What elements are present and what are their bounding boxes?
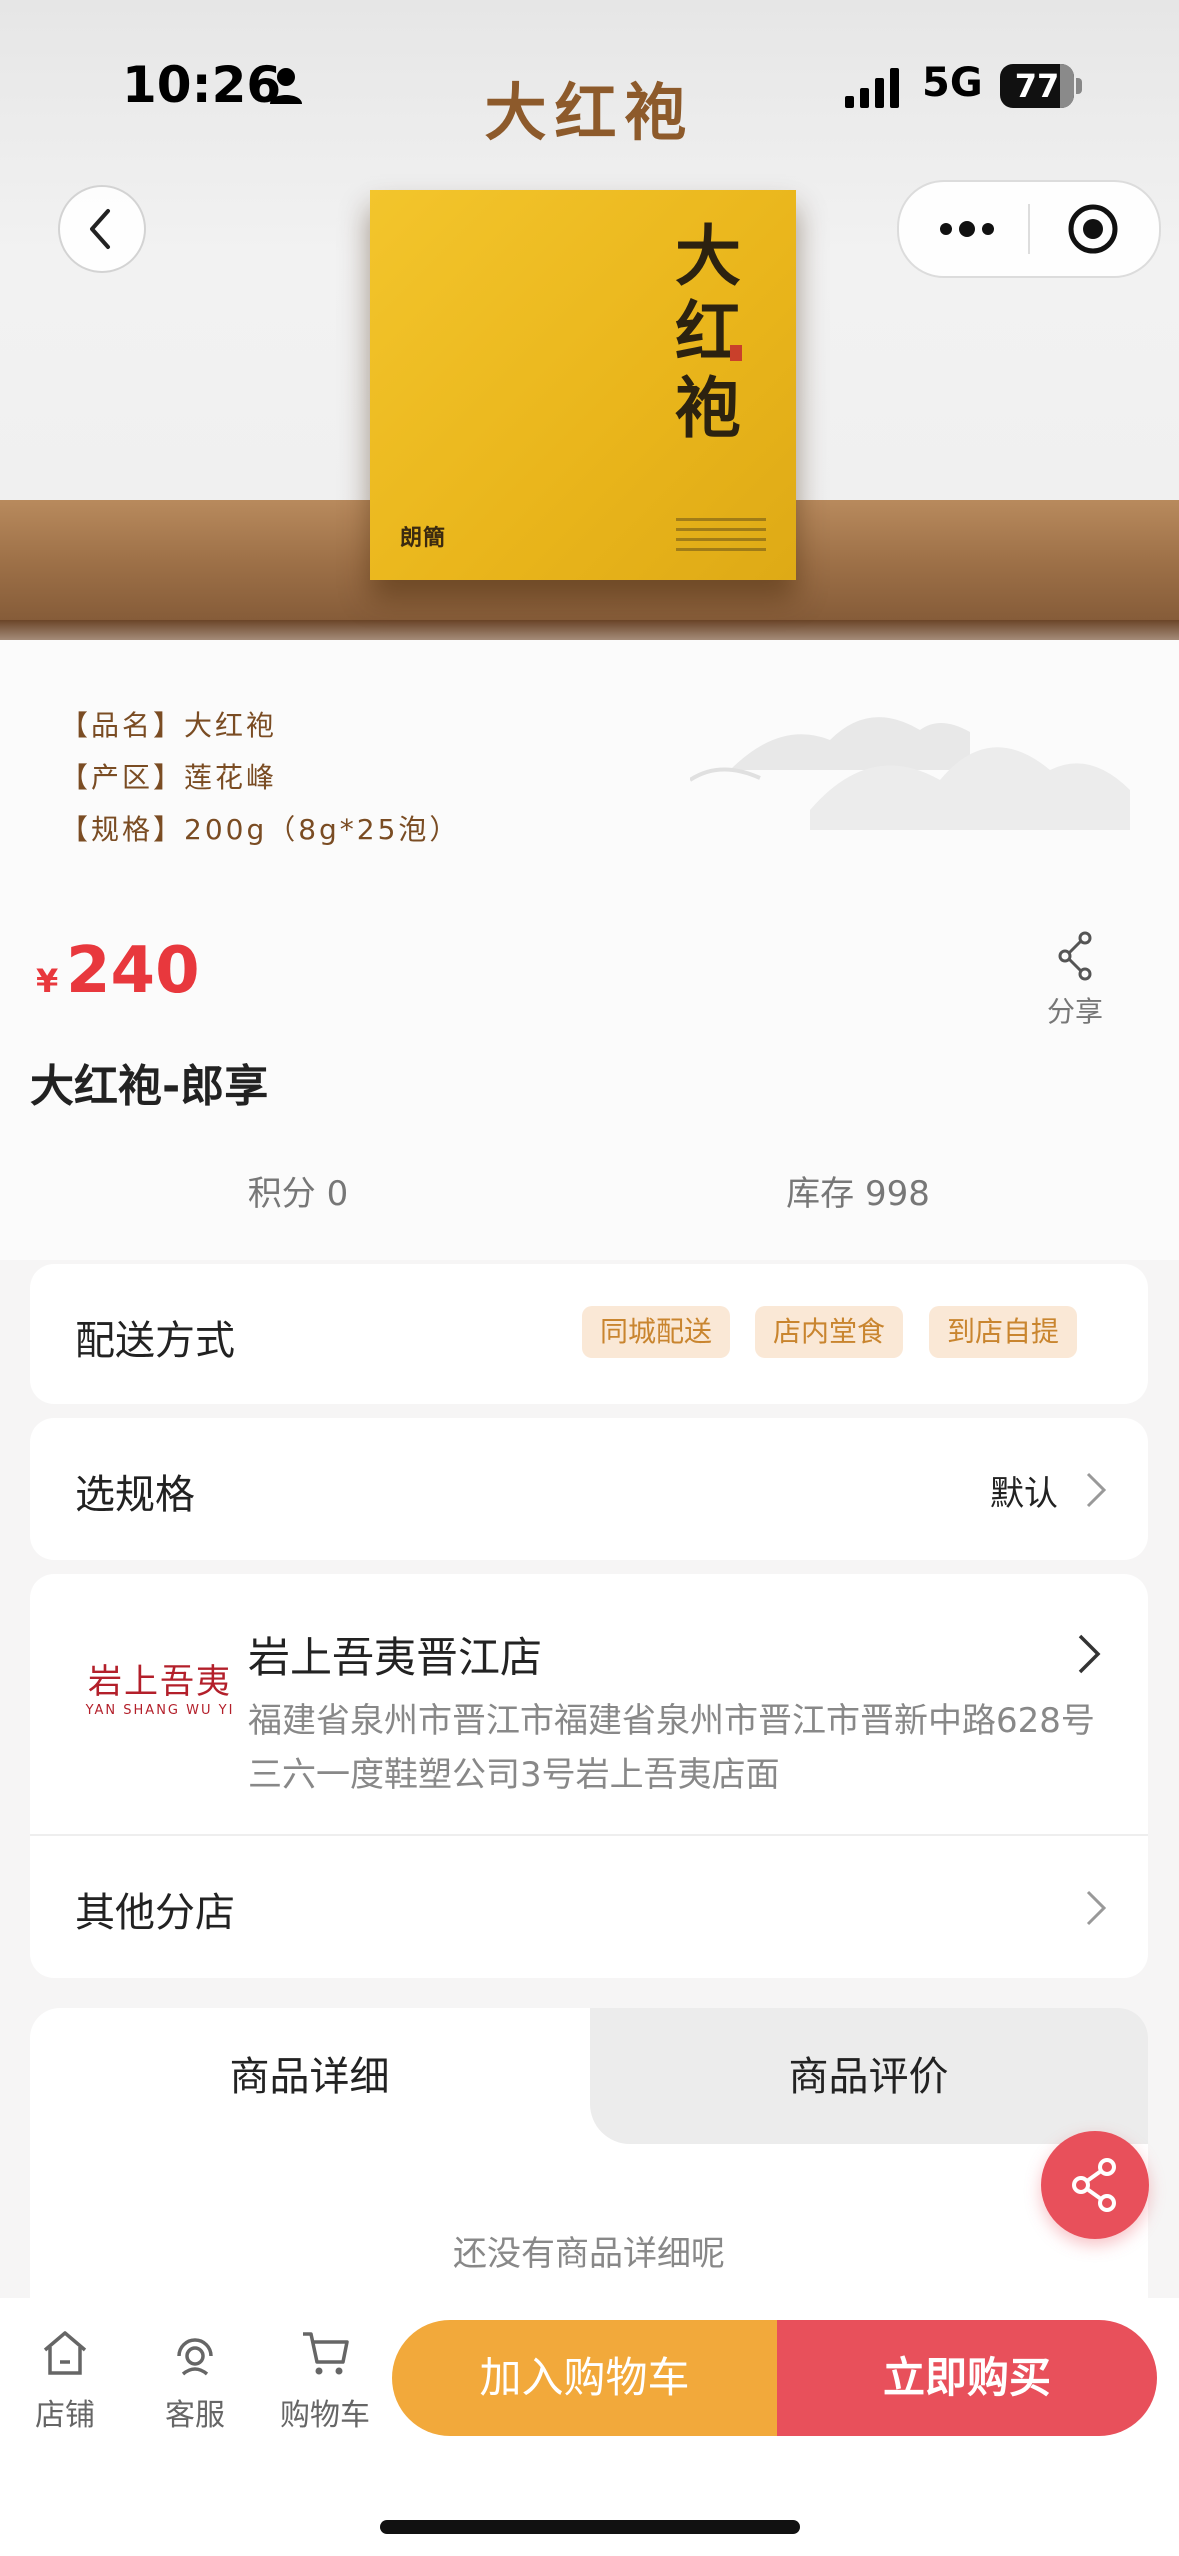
add-to-cart-button[interactable]: 加入购物车 (392, 2320, 777, 2436)
share-icon (1072, 2158, 1116, 2212)
nav-service[interactable]: 客服 (140, 2328, 250, 2434)
nav-cart[interactable]: 购物车 (270, 2328, 380, 2434)
battery-level: 77 (1014, 67, 1060, 105)
home-indicator (380, 2520, 800, 2534)
close-miniprogram-icon[interactable] (1065, 201, 1121, 257)
miniprogram-capsule (897, 180, 1161, 278)
delivery-option-city[interactable]: 同城配送 (582, 1306, 731, 1358)
seal-stamp (730, 345, 742, 361)
store-logo: 岩上吾夷 YAN SHANG WU YI (85, 1662, 235, 1718)
tea-box: 大红袍 朗簡 (370, 190, 796, 580)
bottom-action-bar: 店铺 客服 购物车 加入购物车 立即购买 (0, 2298, 1179, 2556)
points-value: 积分 0 (247, 1174, 349, 1214)
person-icon (270, 68, 302, 104)
nav-store[interactable]: 店铺 (10, 2328, 120, 2434)
share-label: 分享 (1046, 995, 1103, 1028)
spec-origin: 【产区】莲花峰 (60, 761, 278, 794)
floating-share-button[interactable] (1041, 2131, 1149, 2239)
chevron-right-icon (1086, 1472, 1107, 1508)
spec-size: 【规格】200g（8g*25泡） (60, 813, 461, 846)
store-name[interactable]: 岩上吾夷晋江店 (248, 1624, 542, 1685)
tab-reviews[interactable]: 商品评价 (589, 2044, 1148, 2102)
spec-banner: 【品名】大红袍 【产区】莲花峰 【规格】200g（8g*25泡） (0, 640, 1179, 900)
detail-tabs: 商品详细 商品评价 还没有商品详细呢 (30, 2008, 1148, 2308)
box-title: 大红袍 (675, 217, 741, 447)
share-icon (1058, 931, 1092, 981)
status-time: 10:26 (122, 56, 282, 114)
status-bar: 10:26 5G 77 (0, 0, 1179, 170)
buy-now-button[interactable]: 立即购买 (777, 2320, 1157, 2436)
select-spec-value: 默认 (990, 1474, 1058, 1514)
store-card: 岩上吾夷 YAN SHANG WU YI 岩上吾夷晋江店 福建省泉州市晋江市福建… (30, 1574, 1148, 1978)
store-address: 福建省泉州市晋江市福建省泉州市晋江市晋新中路628号三六一度鞋塑公司3号岩上吾夷… (248, 1701, 1095, 1795)
spec-name: 【品名】大红袍 (60, 709, 278, 742)
share-button[interactable]: 分享 (1040, 930, 1110, 1030)
home-icon (43, 2331, 87, 2375)
network-type: 5G (922, 60, 983, 106)
delivery-card: 配送方式 同城配送 店内堂食 到店自提 (30, 1264, 1148, 1404)
chevron-right-icon (1086, 1890, 1107, 1926)
currency-symbol: ¥ (36, 962, 59, 1000)
tab-details[interactable]: 商品详细 (30, 2044, 589, 2102)
product-price: 240 (66, 934, 200, 1008)
delivery-option-pickup[interactable]: 到店自提 (929, 1306, 1078, 1358)
other-stores-row[interactable]: 其他分店 (30, 1836, 1148, 1978)
product-info: ¥ 240 分享 大红袍-郎享 积分 0 库存 998 (0, 900, 1179, 1260)
other-stores-label: 其他分店 (75, 1890, 235, 1936)
more-icon[interactable] (937, 216, 997, 242)
back-button[interactable] (58, 185, 146, 273)
customer-service-icon (177, 2338, 213, 2376)
signal-icon (845, 68, 899, 108)
box-logo: 朗簡 (400, 525, 447, 551)
select-spec-row[interactable]: 选规格 默认 (30, 1418, 1148, 1560)
delivery-option-dine-in[interactable]: 店内堂食 (755, 1306, 904, 1358)
stock-value: 库存 998 (786, 1174, 930, 1214)
mountain-decoration (690, 717, 1130, 830)
product-name: 大红袍-郎享 (30, 1061, 269, 1112)
chevron-right-icon[interactable] (1076, 1632, 1102, 1676)
empty-details-text: 还没有商品详细呢 (453, 2234, 725, 2274)
battery-icon: 77 (1000, 64, 1074, 108)
cart-icon (303, 2332, 349, 2375)
box-fine-print (676, 511, 766, 558)
chevron-left-icon (90, 209, 110, 249)
select-spec-label: 选规格 (75, 1472, 195, 1518)
delivery-label: 配送方式 (75, 1318, 235, 1364)
